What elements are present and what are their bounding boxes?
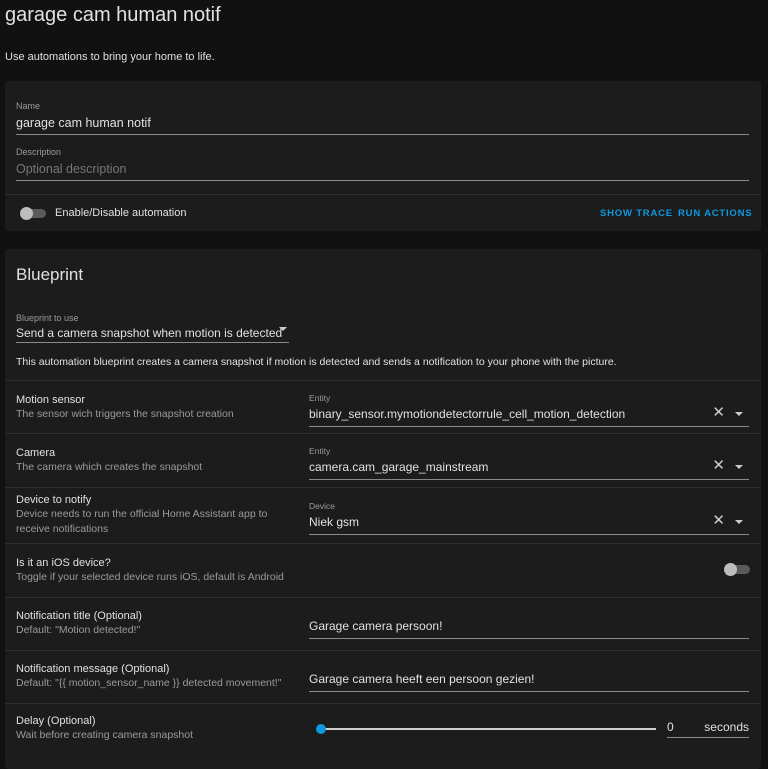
description-input[interactable]: Optional description bbox=[16, 162, 749, 180]
input-desc: Device needs to run the official Home As… bbox=[16, 508, 268, 535]
input-row-notification-title: Notification title (Optional) Default: "… bbox=[5, 597, 761, 650]
input-label: Delay (Optional) bbox=[16, 715, 96, 727]
input-desc: Wait before creating camera snapshot bbox=[16, 729, 194, 741]
input-label: Camera bbox=[16, 447, 56, 459]
input-label: Notification message (Optional) bbox=[16, 663, 170, 675]
description-label: Description bbox=[16, 147, 62, 157]
notification-message-input[interactable]: Garage camera heeft een persoon gezien! bbox=[309, 668, 749, 692]
blueprint-select-value: Send a camera snapshot when motion is de… bbox=[16, 326, 283, 340]
input-row-motion-sensor: Motion sensor The sensor wich triggers t… bbox=[5, 380, 761, 433]
input-row-camera: Camera The camera which creates the snap… bbox=[5, 433, 761, 487]
page-intro: Use automations to bring your home to li… bbox=[5, 51, 215, 63]
input-label: Is it an iOS device? bbox=[16, 557, 111, 569]
slider-handle[interactable] bbox=[316, 724, 326, 734]
show-trace-button[interactable]: SHOW TRACE bbox=[600, 208, 673, 219]
name-field[interactable]: Name garage cam human notif bbox=[16, 101, 749, 135]
input-desc: The camera which creates the snapshot bbox=[16, 461, 203, 473]
input-row-device: Device to notify Device needs to run the… bbox=[5, 487, 761, 543]
motion-sensor-entity-picker[interactable]: Entity binary_sensor.mymotiondetectorrul… bbox=[309, 393, 749, 427]
blueprint-description: This automation blueprint creates a came… bbox=[16, 356, 617, 368]
input-desc: Toggle if your selected device runs iOS,… bbox=[16, 571, 284, 583]
chevron-down-icon[interactable] bbox=[735, 465, 743, 469]
clear-icon[interactable]: ✕ bbox=[712, 403, 725, 421]
notification-title-input[interactable]: Garage camera persoon! bbox=[309, 615, 749, 639]
input-label: Device to notify bbox=[16, 494, 92, 506]
text-value[interactable]: Garage camera persoon! bbox=[309, 619, 749, 638]
delay-slider[interactable] bbox=[316, 724, 656, 734]
blueprint-card: Blueprint Blueprint to use Send a camera… bbox=[5, 249, 761, 769]
name-input[interactable]: garage cam human notif bbox=[16, 116, 749, 134]
run-actions-button[interactable]: RUN ACTIONS bbox=[678, 208, 752, 219]
entity-value[interactable]: binary_sensor.mymotiondetectorrule_cell_… bbox=[309, 407, 749, 426]
input-row-delay: Delay (Optional) Wait before creating ca… bbox=[5, 703, 761, 763]
ios-toggle[interactable] bbox=[724, 563, 750, 576]
input-label: Motion sensor bbox=[16, 394, 86, 406]
description-field[interactable]: Description Optional description bbox=[16, 147, 749, 181]
camera-entity-picker[interactable]: Entity camera.cam_garage_mainstream ✕ bbox=[309, 446, 749, 480]
input-desc: Default: "{{ motion_sensor_name }} detec… bbox=[16, 677, 282, 689]
device-value[interactable]: Niek gsm bbox=[309, 515, 749, 534]
delay-unit: seconds bbox=[704, 720, 749, 734]
blueprint-select[interactable]: Blueprint to use Send a camera snapshot … bbox=[16, 313, 289, 343]
text-value[interactable]: Garage camera heeft een persoon gezien! bbox=[309, 672, 749, 691]
input-label: Notification title (Optional) bbox=[16, 610, 142, 622]
blueprint-select-label: Blueprint to use bbox=[16, 313, 79, 323]
device-picker[interactable]: Device Niek gsm ✕ bbox=[309, 501, 749, 535]
input-row-ios: Is it an iOS device? Toggle if your sele… bbox=[5, 543, 761, 597]
divider bbox=[5, 194, 761, 195]
enable-label: Enable/Disable automation bbox=[55, 207, 187, 219]
delay-input[interactable]: 0 seconds bbox=[667, 720, 749, 738]
input-desc: The sensor wich triggers the snapshot cr… bbox=[16, 408, 234, 420]
chevron-down-icon bbox=[279, 327, 287, 331]
entity-value[interactable]: camera.cam_garage_mainstream bbox=[309, 460, 749, 479]
clear-icon[interactable]: ✕ bbox=[712, 456, 725, 474]
clear-icon[interactable]: ✕ bbox=[712, 511, 725, 529]
field-label: Entity bbox=[309, 446, 331, 456]
name-label: Name bbox=[16, 101, 41, 111]
blueprint-heading: Blueprint bbox=[16, 265, 84, 284]
chevron-down-icon[interactable] bbox=[735, 520, 743, 524]
chevron-down-icon[interactable] bbox=[735, 412, 743, 416]
field-label: Device bbox=[309, 501, 335, 511]
details-card: Name garage cam human notif Description … bbox=[5, 81, 761, 231]
field-label: Entity bbox=[309, 393, 331, 403]
page-title: garage cam human notif bbox=[5, 4, 221, 26]
input-row-notification-message: Notification message (Optional) Default:… bbox=[5, 650, 761, 703]
input-desc: Default: "Motion detected!" bbox=[16, 624, 141, 636]
delay-value[interactable]: 0 bbox=[667, 720, 674, 734]
enable-toggle[interactable] bbox=[20, 207, 46, 220]
